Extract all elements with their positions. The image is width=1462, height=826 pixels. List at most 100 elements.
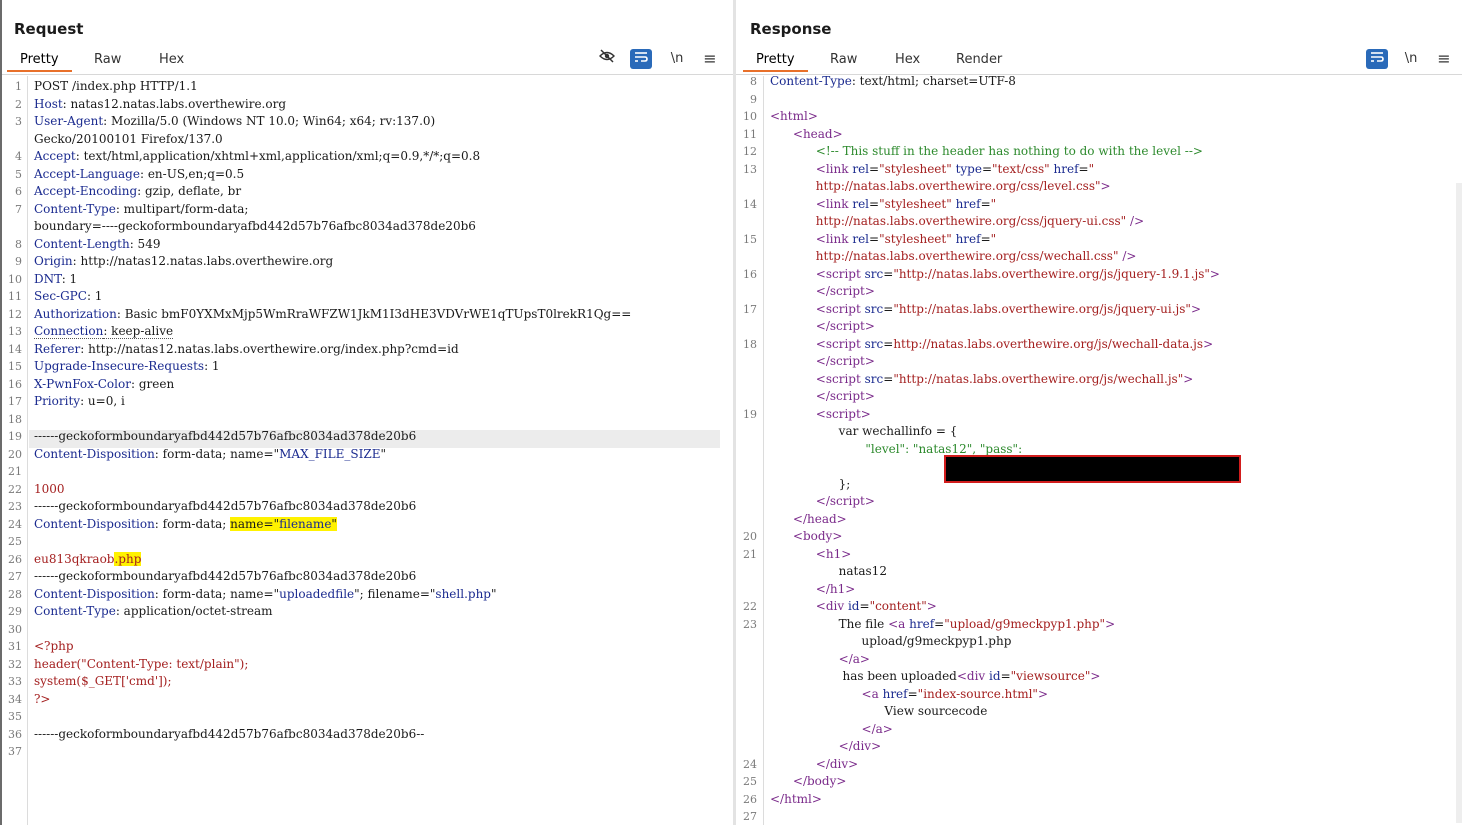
code-line: 29 Content-Type: application/octet-stream <box>2 603 734 621</box>
code-text: DNT: 1 <box>34 271 78 286</box>
line-number: 21 <box>743 547 757 561</box>
code-text: POST /index.php HTTP/1.1 <box>34 79 198 93</box>
line-number: 2 <box>15 97 22 111</box>
line-number: 16 <box>743 267 757 281</box>
code-text: header("Content-Type: text/plain"); <box>34 656 249 671</box>
code-text: Priority: u=0, i <box>34 394 125 408</box>
code-text: Upgrade-Insecure-Requests: 1 <box>34 359 220 373</box>
tab-raw[interactable]: Raw <box>94 52 121 67</box>
code-text: Gecko/20100101 Firefox/137.0 <box>34 131 223 146</box>
menu-icon[interactable]: ≡ <box>1433 49 1455 69</box>
tab-pretty[interactable]: Pretty <box>743 52 807 72</box>
code-text: The file <a href="upload/g9meckpyp1.php"… <box>770 616 1116 631</box>
line-number: 25 <box>743 775 757 788</box>
code-line: 24 Content-Disposition: form-data; name="… <box>2 516 734 534</box>
code-line: natas12 <box>736 563 1462 581</box>
line-number: 19 <box>8 430 22 443</box>
code-line: http://natas.labs.overthewire.org/css/jq… <box>736 213 1462 231</box>
code-line: </div> <box>736 738 1462 756</box>
code-text: Connection: keep-alive <box>34 324 174 339</box>
code-line: 26 eu813qkraob.php <box>2 551 734 569</box>
line-number: 25 <box>8 535 22 548</box>
code-line: 15 <link rel="stylesheet" href=" <box>736 231 1462 249</box>
tab-render[interactable]: Render <box>956 52 1002 67</box>
line-number: 11 <box>8 290 22 303</box>
wrap-icon[interactable] <box>1366 49 1388 69</box>
line-number: 10 <box>743 110 757 123</box>
line-number: 15 <box>743 232 757 246</box>
code-line: </h1> <box>736 581 1462 599</box>
eye-slash-icon[interactable] <box>596 49 618 69</box>
code-text: </head> <box>792 511 847 526</box>
response-editor[interactable]: 8 Content-Type: text/html; charset=UTF-8 9… <box>736 74 1462 826</box>
line-number: 14 <box>8 342 22 356</box>
line-number: 15 <box>8 360 22 373</box>
menu-icon[interactable]: ≡ <box>699 49 721 69</box>
code-line: </script> <box>736 353 1462 371</box>
code-text: Authorization: Basic bmF0YXMxMjp5WmRraWF… <box>34 306 632 321</box>
line-number: 7 <box>15 202 22 216</box>
code-line: 25 <box>2 533 734 551</box>
code-line: </script> <box>736 388 1462 406</box>
line-number: 20 <box>743 530 757 543</box>
line-number: 17 <box>8 395 22 408</box>
code-line: 23 The file <a href="upload/g9meckpyp1.p… <box>736 616 1462 634</box>
code-text: Sec-GPC: 1 <box>34 289 103 303</box>
code-line: </head> <box>736 511 1462 529</box>
code-text: User-Agent: Mozilla/5.0 (Windows NT 10.0… <box>34 114 436 128</box>
wrap-icon[interactable] <box>630 49 652 69</box>
line-number: 19 <box>743 407 757 421</box>
line-number: 37 <box>8 745 22 758</box>
code-line: http://natas.labs.overthewire.org/css/le… <box>736 178 1462 196</box>
line-number: 36 <box>8 727 22 741</box>
line-number: 31 <box>8 640 22 653</box>
code-text: <div id="content"> <box>815 599 937 613</box>
code-text: Accept-Language: en-US,en;q=0.5 <box>34 166 245 181</box>
redacted-password <box>944 455 1241 483</box>
line-number: 27 <box>743 810 757 823</box>
line-number: 26 <box>743 792 757 806</box>
line-number: 8 <box>15 237 22 251</box>
line-number: 35 <box>8 710 22 723</box>
code-line: 22 1000 <box>2 481 734 499</box>
code-text: X-PwnFox-Color: green <box>34 376 175 391</box>
code-text: Host: natas12.natas.labs.overthewire.org <box>34 96 287 111</box>
newline-toggle[interactable]: \n <box>1400 49 1422 69</box>
tab-hex[interactable]: Hex <box>895 52 920 67</box>
code-text: Origin: http://natas12.natas.labs.overth… <box>34 254 334 268</box>
code-text: </script> <box>815 494 875 508</box>
response-pane: Response Pretty Raw Hex Render \n ≡ 8 Con… <box>736 0 1462 825</box>
line-number: 10 <box>8 272 22 286</box>
line-number: 28 <box>8 587 22 601</box>
request-title: Request <box>14 20 84 38</box>
line-number: 27 <box>8 570 22 583</box>
code-line: 27 <box>736 808 1462 826</box>
code-line: 1 POST /index.php HTTP/1.1 <box>2 78 734 96</box>
code-line: 7 Content-Type: multipart/form-data; <box>2 201 734 219</box>
line-number: 24 <box>743 757 757 771</box>
code-text: </a> <box>861 721 893 736</box>
tab-hex[interactable]: Hex <box>159 52 184 67</box>
line-number: 4 <box>15 150 22 163</box>
line-number: 34 <box>8 692 22 706</box>
code-text: upload/g9meckpyp1.php <box>770 634 1012 648</box>
code-text: <script src="http://natas.labs.overthewi… <box>815 301 1202 316</box>
line-number: 6 <box>15 185 22 198</box>
code-text: eu813qkraob.php <box>34 551 142 566</box>
request-tabs: Pretty Raw Hex <box>7 52 240 74</box>
code-text: Content-Disposition: form-data; name="fi… <box>34 516 337 531</box>
code-text: Content-Disposition: form-data; name="MA… <box>34 446 386 461</box>
line-number: 16 <box>8 377 22 391</box>
line-number: 12 <box>743 145 757 158</box>
tab-pretty[interactable]: Pretty <box>7 52 71 72</box>
request-editor[interactable]: 1 POST /index.php HTTP/1.1 2 Host: natas12.… <box>2 76 734 825</box>
code-text: </html> <box>770 791 822 806</box>
code-text: Content-Type: application/octet-stream <box>34 604 273 618</box>
newline-toggle[interactable]: \n <box>666 49 688 69</box>
tab-raw[interactable]: Raw <box>830 52 857 67</box>
code-line: 18 <box>2 411 734 429</box>
code-line: 22 <div id="content"> <box>736 598 1462 616</box>
code-line: 31 <?php <box>2 638 734 656</box>
vertical-scrollbar[interactable] <box>1456 183 1462 823</box>
code-line: 34 ?> <box>2 691 734 709</box>
